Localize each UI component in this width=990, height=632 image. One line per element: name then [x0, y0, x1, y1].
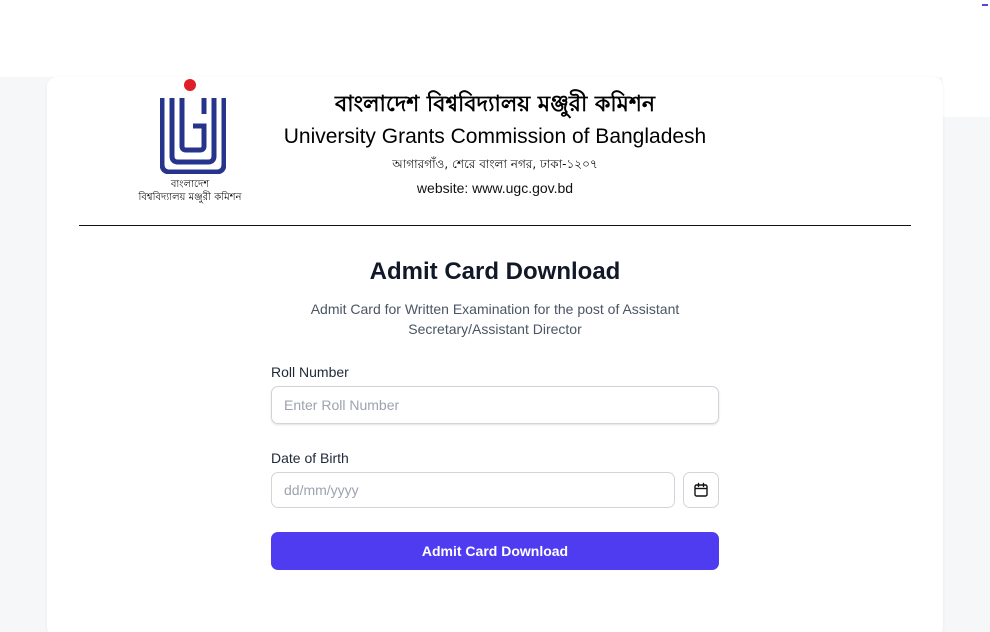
admit-card-download-button[interactable]: Admit Card Download	[271, 532, 719, 570]
form-title: Admit Card Download	[369, 258, 621, 285]
title-bangla: বাংলাদেশ বিশ্ববিদ্যালয় মঞ্জুরী কমিশন	[334, 92, 656, 117]
logo-caption-line2: বিশ্ববিদ্যালয় মঞ্জুরী কমিশন	[138, 192, 242, 203]
page-corner	[943, 77, 990, 117]
roll-number-input[interactable]	[271, 386, 719, 424]
header-text: বাংলাদেশ বিশ্ববিদ্যালয় মঞ্জুরী কমিশন Un…	[260, 90, 730, 197]
calendar-icon	[694, 482, 708, 497]
header-divider	[79, 225, 911, 226]
corner-mark	[982, 4, 988, 6]
roll-number-label: Roll Number	[271, 364, 349, 380]
logo-caption-line1: বাংলাদেশ	[170, 179, 210, 190]
date-of-birth-input[interactable]	[271, 472, 675, 508]
website-text: website: www.ugc.gov.bd	[416, 180, 574, 196]
address: আগারগাঁও, শেরে বাংলা নগর, ঢাকা-১২০৭	[392, 157, 598, 171]
ugc-logo-icon	[160, 79, 226, 174]
title-english: University Grants Commission of Banglade…	[283, 125, 707, 148]
logo-caption: বাংলাদেশ বিশ্ববিদ্যালয় মঞ্জুরী কমিশন	[115, 178, 265, 204]
calendar-button[interactable]	[683, 472, 719, 508]
form-subtitle: Admit Card for Written Examination for t…	[310, 301, 680, 337]
date-of-birth-label: Date of Birth	[271, 450, 349, 466]
